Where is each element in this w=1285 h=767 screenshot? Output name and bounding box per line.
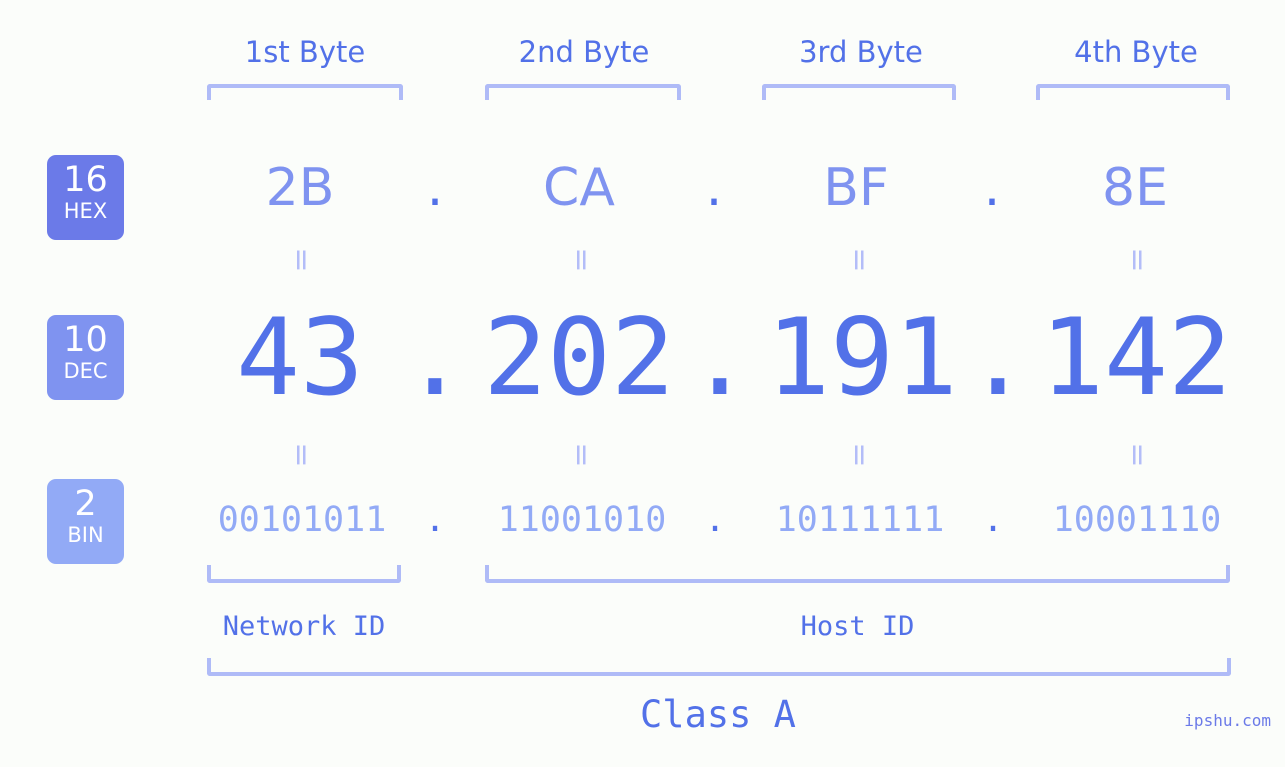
byte-header-3: 3rd Byte (799, 35, 923, 69)
bin-octet-1: 00101011 (217, 500, 387, 540)
base-badge-bin-label: BIN (67, 523, 104, 547)
hex-octet-2: CA (543, 158, 615, 218)
address-class-label: Class A (640, 693, 796, 736)
equals-mark-dec-bin-3: = (842, 442, 877, 468)
base-badge-hex-number: 16 (63, 160, 108, 200)
hex-separator-3: . (983, 158, 1001, 218)
host-id-bracket (485, 565, 1230, 583)
hex-separator-1: . (426, 158, 444, 218)
equals-mark-hex-dec-2: = (564, 247, 599, 273)
byte-bracket-3 (762, 84, 956, 100)
equals-mark-dec-bin-4: = (1120, 442, 1155, 468)
dec-octet-2: 202 (483, 296, 675, 419)
network-id-label: Network ID (222, 611, 386, 642)
equals-mark-dec-bin-2: = (564, 442, 599, 468)
site-watermark: ipshu.com (1184, 711, 1271, 730)
base-badge-dec: 10 DEC (47, 315, 124, 400)
ip-breakdown-diagram: 1st Byte 2nd Byte 3rd Byte 4th Byte 16 H… (0, 0, 1285, 767)
equals-mark-dec-bin-1: = (284, 442, 319, 468)
dec-separator-1: . (403, 296, 467, 419)
dec-octet-3: 191 (766, 296, 958, 419)
bin-separator-1: . (424, 500, 446, 540)
base-badge-dec-label: DEC (63, 359, 108, 383)
bin-octet-4: 10001110 (1052, 500, 1222, 540)
byte-header-1: 1st Byte (244, 35, 366, 69)
bin-separator-2: . (704, 500, 726, 540)
dec-octet-4: 142 (1040, 296, 1232, 419)
class-bracket (207, 658, 1231, 676)
byte-header-2: 2nd Byte (518, 35, 650, 69)
byte-bracket-4 (1036, 84, 1230, 100)
base-badge-hex-label: HEX (63, 199, 108, 223)
hex-octet-1: 2B (265, 158, 335, 218)
bin-separator-3: . (982, 500, 1004, 540)
dec-octet-1: 43 (236, 296, 364, 419)
base-badge-dec-number: 10 (63, 320, 108, 360)
host-id-label: Host ID (800, 611, 915, 642)
bin-octet-2: 11001010 (497, 500, 667, 540)
base-badge-bin: 2 BIN (47, 479, 124, 564)
hex-separator-2: . (705, 158, 723, 218)
dec-separator-2: . (688, 296, 752, 419)
base-badge-hex: 16 HEX (47, 155, 124, 240)
network-id-bracket (207, 565, 401, 583)
byte-bracket-2 (485, 84, 681, 100)
dec-separator-3: . (966, 296, 1030, 419)
base-badge-bin-number: 2 (74, 484, 97, 524)
equals-mark-hex-dec-3: = (842, 247, 877, 273)
byte-header-4: 4th Byte (1074, 35, 1198, 69)
hex-octet-3: BF (823, 158, 889, 218)
hex-octet-4: 8E (1102, 158, 1168, 218)
bin-octet-3: 10111111 (775, 500, 945, 540)
byte-bracket-1 (207, 84, 403, 100)
equals-mark-hex-dec-1: = (284, 247, 319, 273)
equals-mark-hex-dec-4: = (1120, 247, 1155, 273)
